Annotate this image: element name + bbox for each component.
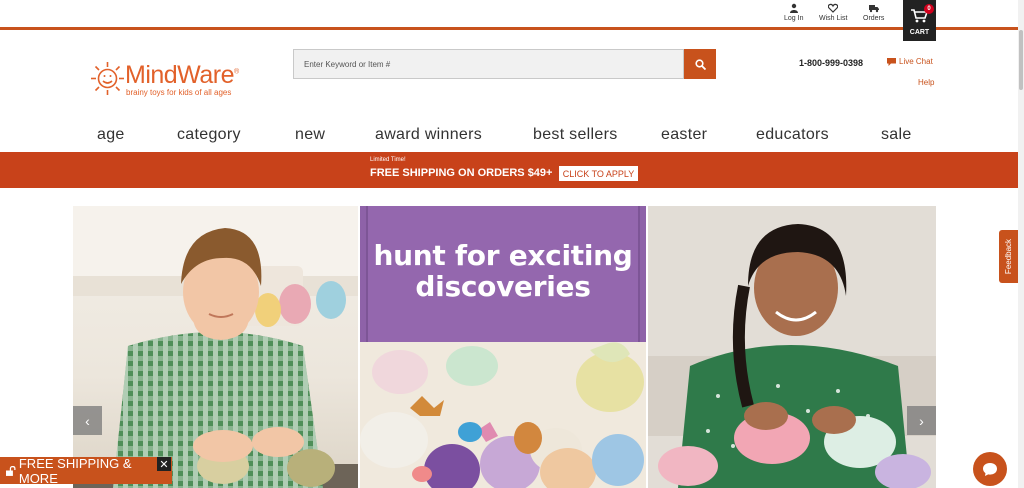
hero-purple-banner: hunt for exciting discoveries: [360, 206, 646, 342]
user-icon: [789, 3, 798, 13]
heart-icon: [828, 3, 839, 13]
phone-number: 1-800-999-0398: [799, 58, 864, 68]
search-icon: [694, 58, 706, 70]
free-shipping-close-button[interactable]: ✕: [157, 457, 171, 471]
hero-headline-line1: hunt for exciting: [373, 239, 633, 272]
nav-item-new[interactable]: new: [295, 126, 325, 144]
unlock-icon: [6, 465, 16, 476]
nav-item-easter[interactable]: easter: [661, 126, 707, 144]
free-shipping-bar[interactable]: FREE SHIPPING & MORE: [0, 455, 172, 486]
nav-item-best-sellers[interactable]: best sellers: [533, 126, 618, 144]
cart-label: CART: [909, 29, 930, 36]
chat-widget-button[interactable]: [973, 452, 1007, 486]
search-box: [293, 49, 684, 79]
feedback-label: Feedback: [1004, 238, 1014, 275]
chat-bubble-icon: [887, 57, 896, 66]
hero-photo-boy[interactable]: [73, 206, 358, 488]
chevron-right-icon: ›: [919, 412, 924, 429]
truck-icon: [868, 5, 879, 13]
main-nav: age category new award winners best sell…: [0, 126, 1018, 148]
close-icon: ✕: [159, 458, 169, 471]
mindware-logo[interactable]: MindWare® brainy toys for kids of all ag…: [90, 61, 260, 101]
orders-link[interactable]: Orders: [863, 3, 884, 22]
promo-banner: Limited Time! FREE SHIPPING ON ORDERS $4…: [0, 152, 1018, 188]
nav-item-age[interactable]: age: [97, 126, 125, 144]
chat-icon: [983, 462, 997, 476]
girl-digging-illustration: [648, 206, 936, 488]
carousel-next-button[interactable]: ›: [907, 406, 936, 435]
live-chat-label: Live Chat: [899, 57, 933, 66]
search-button[interactable]: [684, 49, 716, 79]
wishlist-label: Wish List: [819, 15, 848, 22]
page-scrollbar[interactable]: [1018, 0, 1024, 488]
nav-item-category[interactable]: category: [177, 126, 241, 144]
sun-face-logo-icon: [91, 62, 124, 95]
wishlist-link[interactable]: Wish List: [819, 3, 847, 22]
hero-headline: hunt for exciting discoveries: [360, 240, 646, 302]
feedback-tab[interactable]: Feedback: [999, 230, 1019, 283]
boy-digging-illustration: [73, 206, 358, 488]
hero-promo-panel[interactable]: hunt for exciting discoveries: [360, 206, 646, 488]
cart-count-badge: 0: [924, 4, 934, 14]
logo-wordmark: MindWare®: [125, 61, 239, 89]
login-link[interactable]: Log In: [784, 3, 803, 22]
free-shipping-label: FREE SHIPPING & MORE: [18, 455, 132, 486]
chevron-left-icon: ‹: [85, 412, 90, 429]
nav-item-sale[interactable]: sale: [881, 126, 912, 144]
login-label: Log In: [784, 15, 804, 22]
hero-headline-line2: discoveries: [415, 270, 591, 303]
help-link[interactable]: Help: [918, 78, 934, 87]
scrollbar-thumb[interactable]: [1019, 30, 1023, 90]
click-to-apply-button[interactable]: CLICK TO APPLY: [559, 166, 638, 181]
search-input[interactable]: [294, 50, 683, 78]
carousel-prev-button[interactable]: ‹: [73, 406, 102, 435]
promo-limited-time: Limited Time!: [370, 157, 406, 163]
orders-label: Orders: [863, 15, 885, 22]
live-chat-link[interactable]: Live Chat: [887, 57, 933, 66]
dig-kits-illustration: [360, 342, 646, 488]
logo-tagline: brainy toys for kids of all ages: [126, 88, 232, 97]
nav-item-educators[interactable]: educators: [756, 126, 829, 144]
hero-photo-girl[interactable]: [648, 206, 936, 488]
promo-headline: FREE SHIPPING ON ORDERS $49+: [370, 167, 553, 179]
nav-item-award-winners[interactable]: award winners: [375, 126, 482, 144]
cart-button[interactable]: 0 CART: [903, 0, 936, 41]
